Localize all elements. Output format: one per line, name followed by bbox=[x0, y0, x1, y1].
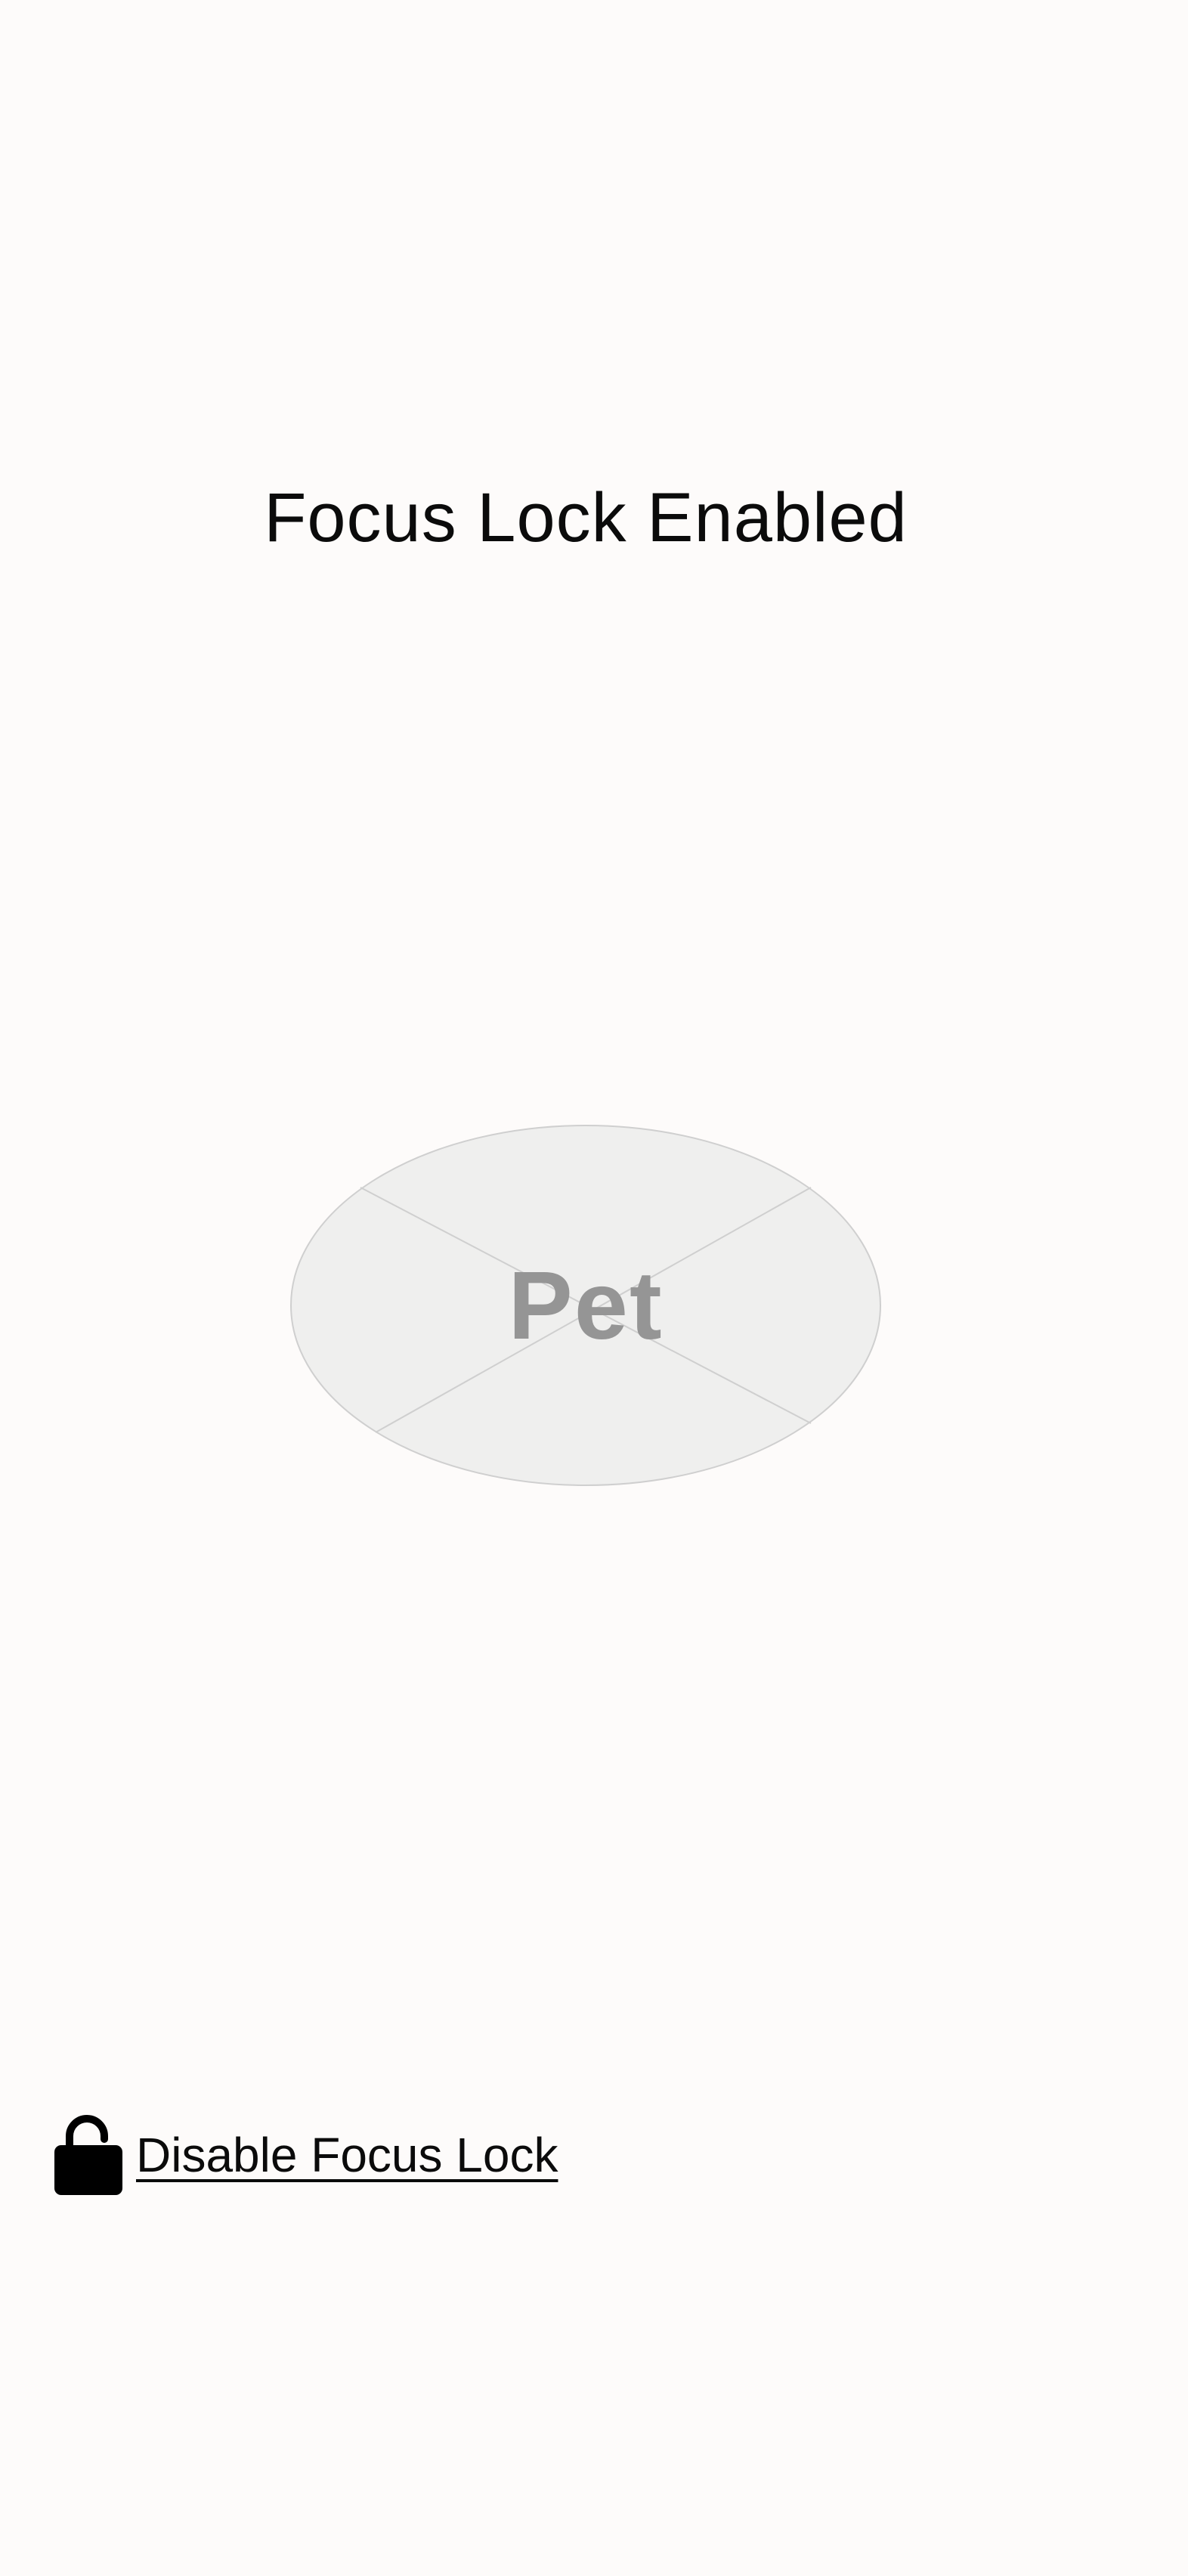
disable-focus-lock-link[interactable]: Disable Focus Lock bbox=[53, 2113, 558, 2197]
page-title: Focus Lock Enabled bbox=[264, 479, 908, 556]
unlocked-padlock-icon bbox=[54, 2115, 122, 2195]
disable-focus-lock-label: Disable Focus Lock bbox=[136, 2128, 558, 2182]
pet-label: Pet bbox=[508, 1251, 664, 1360]
pet-placeholder: Pet bbox=[289, 1124, 882, 1487]
focus-lock-screen: Focus Lock Enabled Pet Disable Focus Loc… bbox=[0, 0, 1188, 2576]
